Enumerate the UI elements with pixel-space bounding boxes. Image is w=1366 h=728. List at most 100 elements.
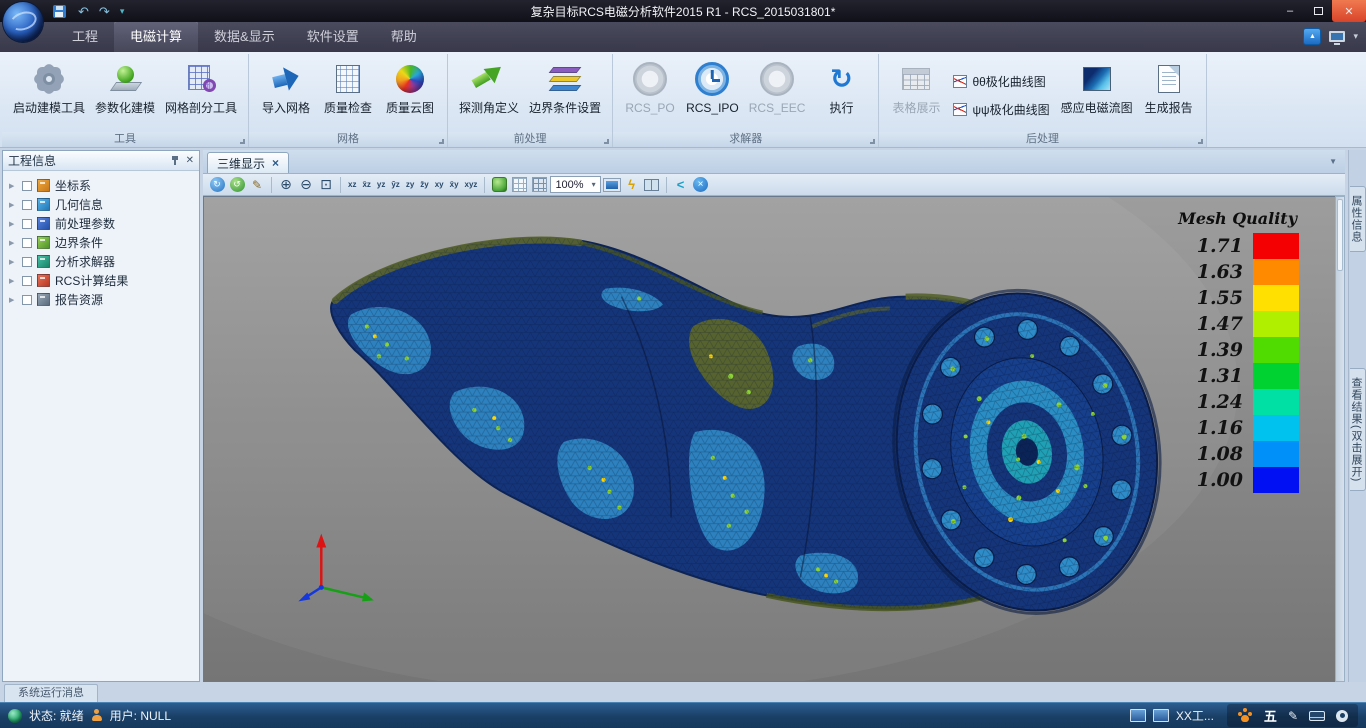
panel-close-icon[interactable]: ✕ <box>186 155 194 166</box>
ime-wrench-icon[interactable] <box>1336 710 1348 722</box>
scrollbar-thumb[interactable] <box>1337 199 1343 271</box>
taskbar-window-icon[interactable] <box>1130 709 1146 722</box>
tab-data-display[interactable]: 数据&显示 <box>198 21 291 52</box>
pin-icon[interactable] <box>170 155 180 166</box>
orbit-view-icon[interactable]: ↺ <box>228 176 246 194</box>
quick-access-dropdown-icon[interactable]: ▾ <box>120 6 125 17</box>
tree-checkbox[interactable] <box>22 295 32 305</box>
parametric-modeling-button[interactable]: 参数化建模 <box>90 57 160 133</box>
table-display-button: 表格展示 <box>885 57 947 133</box>
expander-icon[interactable]: ▶ <box>9 239 17 247</box>
expander-icon[interactable]: ▶ <box>9 201 17 209</box>
induced-current-map-button[interactable]: 感应电磁流图 <box>1056 57 1138 133</box>
legend-value: 1.63 <box>1197 259 1253 285</box>
ime-keyboard-icon[interactable] <box>1309 711 1325 721</box>
lighting-icon[interactable]: ϟ <box>623 176 641 194</box>
mesh-mode-icon[interactable] <box>530 176 548 194</box>
tree-item-boundary-conditions[interactable]: ▶ 边界条件 <box>3 233 199 252</box>
execute-button[interactable]: ↻ 执行 <box>810 57 872 133</box>
tab-software-settings[interactable]: 软件设置 <box>291 21 375 52</box>
tab-close-icon[interactable]: × <box>272 156 279 170</box>
tab-view-results[interactable]: 查看结果(双击展开) <box>1350 368 1366 491</box>
view-yz-button[interactable]: yz <box>375 176 387 194</box>
tree-item-geometry-info[interactable]: ▶ 几何信息 <box>3 195 199 214</box>
rcs-ipo-button[interactable]: RCS_IPO <box>681 57 744 133</box>
display-monitor-icon[interactable] <box>1329 31 1345 42</box>
quality-check-button[interactable]: 质量检查 <box>317 57 379 133</box>
dialog-launcher-icon[interactable] <box>604 139 609 144</box>
zoom-out-icon[interactable]: ⊖ <box>297 176 315 194</box>
dialog-launcher-icon[interactable] <box>870 139 875 144</box>
import-mesh-button[interactable]: 导入网格 <box>255 57 317 133</box>
psi-polarization-curve-button[interactable]: ψψ极化曲线图 <box>947 98 1055 120</box>
minimize-button[interactable]: – <box>1276 0 1304 22</box>
tab-em-calculation[interactable]: 电磁计算 <box>114 21 198 52</box>
expander-icon[interactable]: ▶ <box>9 182 17 190</box>
tree-checkbox[interactable] <box>22 276 32 286</box>
tab-system-messages[interactable]: 系统运行消息 <box>4 684 98 702</box>
dialog-launcher-icon[interactable] <box>240 139 245 144</box>
zoom-window-icon[interactable]: ⊡ <box>317 176 335 194</box>
ime-paw-icon[interactable] <box>1237 708 1253 723</box>
generate-report-button[interactable]: 生成报告 <box>1138 57 1200 133</box>
shaded-mode-icon[interactable] <box>490 176 508 194</box>
tree-checkbox[interactable] <box>22 257 32 267</box>
sketch-axes-icon[interactable]: ✎ <box>248 176 266 194</box>
layout-panels-icon[interactable] <box>643 176 661 194</box>
expander-icon[interactable]: ▶ <box>9 296 17 304</box>
ime-pen-icon[interactable]: ✎ <box>1288 709 1298 723</box>
redo-button[interactable]: ↷ <box>99 5 110 18</box>
tree-item-rcs-results[interactable]: ▶ RCS计算结果 <box>3 271 199 290</box>
expander-icon[interactable]: ▶ <box>9 220 17 228</box>
dialog-launcher-icon[interactable] <box>1198 139 1203 144</box>
view-xy-button[interactable]: xy <box>433 176 446 194</box>
dialog-launcher-icon[interactable] <box>439 139 444 144</box>
zoom-in-icon[interactable]: ⊕ <box>277 176 295 194</box>
tab-project[interactable]: 工程 <box>56 21 114 52</box>
view-zy-button[interactable]: zy <box>404 176 416 194</box>
tree-item-preprocess-params[interactable]: ▶ 前处理参数 <box>3 214 199 233</box>
undo-button[interactable]: ↶ <box>78 5 89 18</box>
boundary-condition-settings-button[interactable]: 边界条件设置 <box>524 57 606 133</box>
start-modeling-tool-button[interactable]: 启动建模工具 <box>8 57 90 133</box>
view-isometric-button[interactable]: xyz <box>463 176 480 194</box>
wireframe-mode-icon[interactable] <box>510 176 528 194</box>
tree-checkbox[interactable] <box>22 181 32 191</box>
tab-list-dropdown-icon[interactable]: ▼ <box>1329 157 1337 166</box>
tree-item-report-resources[interactable]: ▶ 报告资源 <box>3 290 199 309</box>
save-button[interactable] <box>50 2 68 20</box>
taskbar-window-icon[interactable] <box>1153 709 1169 722</box>
view-xz-back-button[interactable]: x̄z <box>360 176 372 194</box>
view-yz-back-button[interactable]: ȳz <box>389 176 401 194</box>
tab-property-info[interactable]: 属性信息 <box>1350 186 1366 252</box>
screen-capture-icon[interactable] <box>603 176 621 194</box>
expander-icon[interactable]: ▶ <box>9 258 17 266</box>
ime-mode-label[interactable]: 五 <box>1264 706 1277 725</box>
collapse-ribbon-button[interactable]: ▲ <box>1303 28 1321 45</box>
view-xy-back-button[interactable]: x̄y <box>448 176 461 194</box>
close-button[interactable]: ✕ <box>1332 0 1366 22</box>
mesh-partition-tool-button[interactable]: 网格剖分工具 <box>160 57 242 133</box>
expander-icon[interactable]: ▶ <box>9 277 17 285</box>
zoom-level-select[interactable]: 100% ▾ <box>550 176 600 193</box>
tree-item-analysis-solver[interactable]: ▶ 分析求解器 <box>3 252 199 271</box>
tree-item-coordinate-system[interactable]: ▶ 坐标系 <box>3 176 199 195</box>
tab-help[interactable]: 帮助 <box>375 21 433 52</box>
probe-angle-definition-button[interactable]: 探测角定义 <box>454 57 524 133</box>
maximize-button[interactable] <box>1304 0 1332 22</box>
3d-viewport[interactable]: Mesh Quality 1.71 1.63 1.55 1.47 1.39 1.… <box>203 196 1335 682</box>
tree-checkbox[interactable] <box>22 219 32 229</box>
theta-polarization-curve-button[interactable]: θθ极化曲线图 <box>947 70 1055 92</box>
quality-cloud-map-button[interactable]: 质量云图 <box>379 57 441 133</box>
tree-checkbox[interactable] <box>22 238 32 248</box>
view-xz-button[interactable]: xz <box>346 176 358 194</box>
tree-checkbox[interactable] <box>22 200 32 210</box>
rotate-view-icon[interactable]: ↻ <box>208 176 226 194</box>
viewport-scrollbar[interactable] <box>1335 196 1345 682</box>
menu-dropdown-icon[interactable]: ▾ <box>1353 31 1358 42</box>
legend-value: 1.71 <box>1197 233 1253 259</box>
cancel-icon[interactable]: × <box>692 176 710 194</box>
tab-3d-display[interactable]: 三维显示 × <box>207 152 289 173</box>
view-zy-back-button[interactable]: z̄y <box>418 176 430 194</box>
share-icon[interactable]: < <box>672 176 690 194</box>
